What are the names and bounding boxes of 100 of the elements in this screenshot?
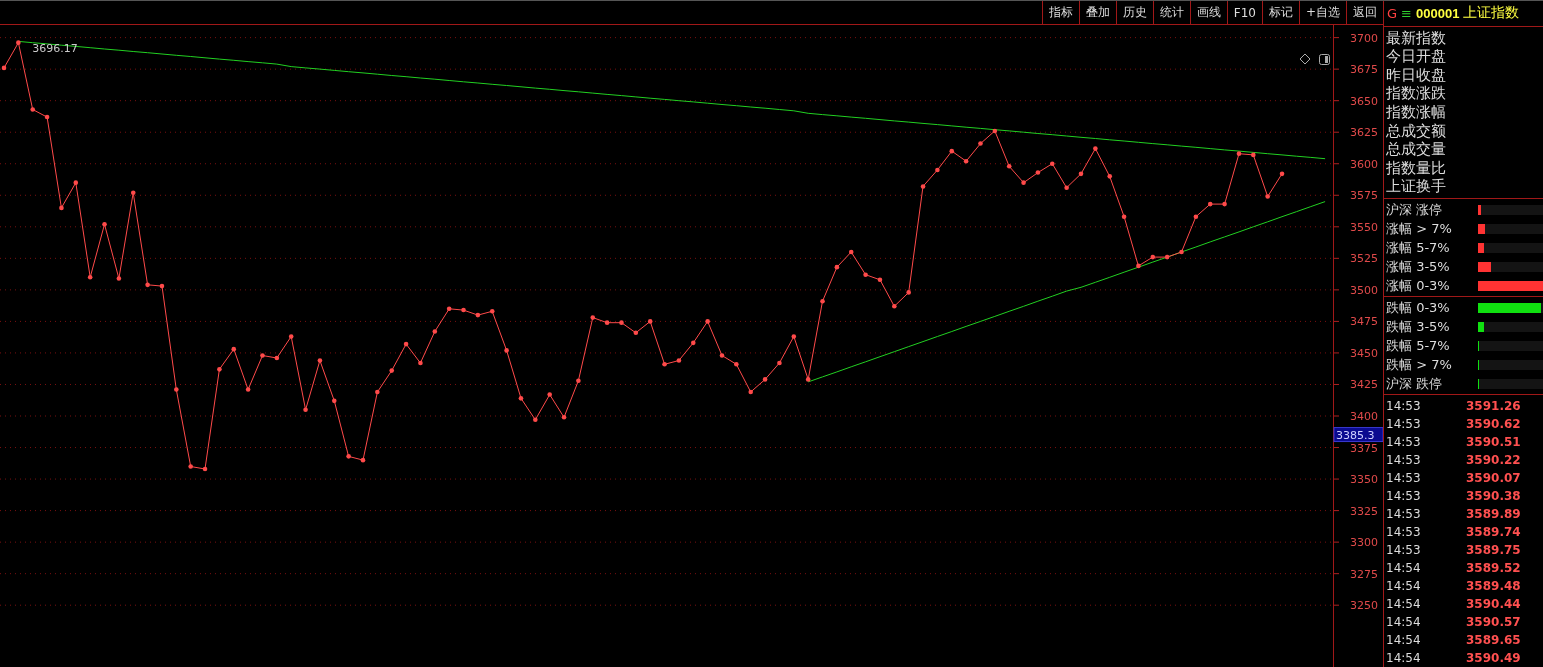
tick-price: 3589.74 (1466, 525, 1521, 539)
tick-time: 14:53 (1386, 399, 1422, 413)
tick-price: 3589.48 (1466, 579, 1521, 593)
axis-label: 3500 (1350, 283, 1378, 297)
axis-label: 3475 (1350, 315, 1378, 329)
data-point (145, 282, 150, 288)
data-point (274, 355, 280, 361)
tick-price: 3590.62 (1466, 417, 1521, 431)
axis-tick (1333, 194, 1340, 196)
data-point (59, 205, 64, 211)
data-point (1164, 254, 1170, 260)
breadth-label: 跌幅 5-7% (1386, 336, 1451, 355)
tick-time: 14:53 (1386, 543, 1422, 557)
breadth-label: 涨幅 3-5% (1386, 257, 1451, 276)
axis-tick (1333, 510, 1340, 512)
data-point (303, 407, 308, 412)
breadth-label: 沪深 跌停 (1386, 374, 1444, 393)
data-point (791, 334, 797, 339)
data-point (475, 312, 481, 318)
cursor-value-tag: 3385.3 (1333, 427, 1383, 443)
axis-tick (1333, 604, 1340, 606)
menu-icon[interactable]: ≡ (1401, 5, 1412, 21)
data-point (202, 466, 208, 472)
data-point (1193, 214, 1199, 219)
axis-tick (1333, 289, 1340, 291)
data-point (762, 377, 768, 382)
breadth-label: 跌幅 > 7% (1386, 355, 1453, 374)
data-point (389, 368, 394, 373)
data-point (892, 303, 897, 309)
tick-price: 3590.38 (1466, 489, 1521, 503)
axis-tick (1333, 257, 1340, 259)
stock-name: 上证指数 (1463, 4, 1520, 23)
axis-label: 3450 (1350, 346, 1378, 360)
data-point (978, 141, 983, 146)
data-point (1222, 201, 1227, 207)
data-point (533, 417, 538, 423)
axis-label: 3425 (1350, 378, 1378, 392)
data-point (805, 377, 811, 382)
data-point (863, 272, 868, 278)
data-point (691, 340, 696, 346)
axis-label: 3300 (1350, 536, 1378, 550)
data-point (159, 283, 165, 289)
quote-label: 指数涨幅 (1386, 103, 1447, 122)
tick-price: 3589.89 (1466, 507, 1521, 521)
axis-label: 3350 (1350, 473, 1378, 487)
tick-time: 14:54 (1386, 651, 1422, 665)
data-point (504, 348, 509, 353)
tick-price: 3590.44 (1466, 597, 1521, 611)
data-point (1107, 174, 1112, 179)
data-point (1236, 151, 1242, 156)
axis-tick (1333, 383, 1340, 385)
panel-toggle-icon[interactable] (1319, 54, 1330, 65)
data-point (130, 190, 136, 196)
data-point (1050, 161, 1055, 167)
diamond-icon[interactable] (1299, 53, 1311, 65)
data-point (403, 341, 409, 347)
data-point (949, 148, 955, 154)
breadth-label: 跌幅 3-5% (1386, 317, 1451, 336)
axis-tick (1333, 68, 1340, 70)
data-point (705, 319, 710, 324)
tick-time: 14:53 (1386, 507, 1422, 521)
market-prefix: G (1387, 5, 1398, 21)
data-point (1006, 163, 1012, 169)
quote-label: 指数量比 (1386, 158, 1447, 178)
axis-tick (1333, 131, 1340, 133)
data-point (834, 264, 840, 270)
data-point (317, 358, 323, 363)
quote-label: 指数涨跌 (1386, 84, 1447, 104)
tick-time: 14:54 (1386, 615, 1422, 629)
data-point (346, 454, 351, 459)
data-point (446, 306, 452, 312)
tick-time: 14:53 (1386, 525, 1422, 539)
data-point (418, 360, 423, 366)
data-point (547, 392, 552, 397)
tick-time: 14:54 (1386, 561, 1422, 575)
data-point (619, 320, 624, 325)
axis-label: 3700 (1350, 31, 1378, 45)
data-point (1179, 249, 1184, 255)
data-point (1136, 263, 1141, 269)
tick-time: 14:54 (1386, 597, 1422, 611)
tick-price: 3589.65 (1466, 633, 1521, 647)
tick-price: 3591.26 (1466, 399, 1521, 413)
data-point (260, 353, 265, 358)
data-point (1093, 146, 1098, 151)
data-point (647, 319, 653, 324)
data-point (245, 387, 251, 392)
tick-price: 3590.07 (1466, 471, 1521, 485)
data-point (461, 307, 466, 313)
data-point (935, 167, 940, 173)
stock-code: 000001 (1416, 5, 1460, 21)
data-point (561, 414, 567, 420)
data-point (906, 290, 911, 295)
data-point (174, 387, 179, 392)
tick-time: 14:53 (1386, 489, 1422, 503)
data-point (217, 367, 222, 372)
data-point (1035, 170, 1041, 175)
tick-time: 14:53 (1386, 435, 1422, 449)
breadth-label: 涨幅 0-3% (1386, 276, 1451, 295)
axis-label: 3600 (1350, 157, 1378, 171)
data-point (1279, 171, 1285, 177)
